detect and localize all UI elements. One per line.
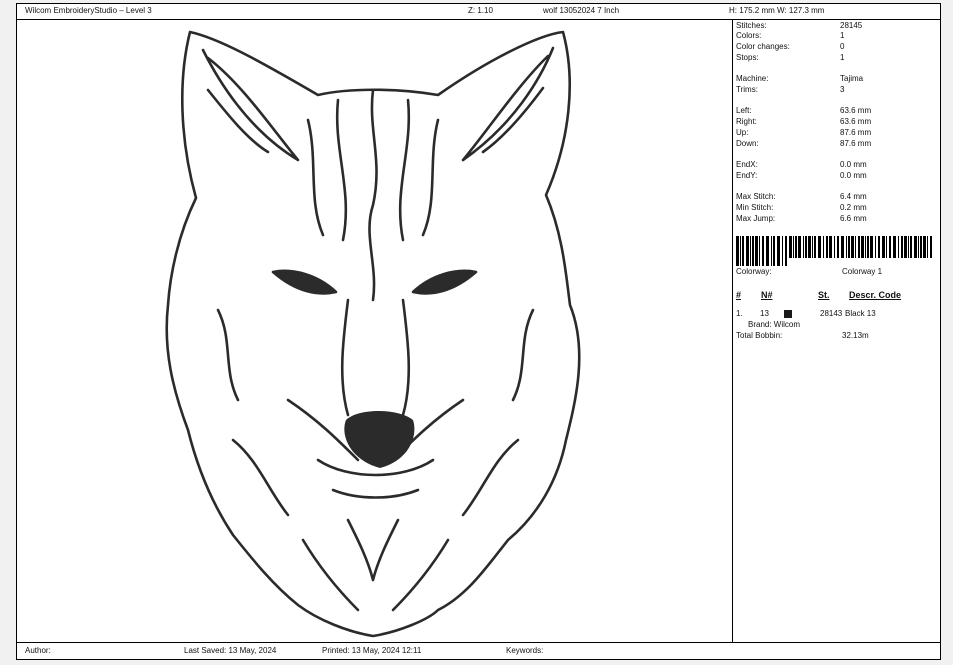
stat-value: 87.6 mm [840, 139, 872, 148]
keywords-field: Keywords: [506, 646, 544, 655]
stat-value: 0.0 mm [840, 160, 867, 169]
file-name: wolf 13052024 7 Inch [543, 6, 620, 15]
stat-row: Left: 63.6 mm [736, 106, 936, 117]
stat-row: Color changes: 0 [736, 42, 936, 53]
stat-row: EndY: 0.0 mm [736, 171, 936, 182]
stat-label: Up: [736, 128, 749, 137]
stat-label: EndX: [736, 160, 758, 169]
stat-row: Max Stitch: 6.4 mm [736, 192, 936, 203]
stat-value: 3 [840, 85, 845, 94]
stat-label: Left: [736, 106, 752, 115]
col-header-stitches: St. [818, 290, 830, 300]
stat-value: 63.6 mm [840, 117, 872, 126]
stat-label: Max Jump: [736, 214, 776, 223]
app-title: Wilcom EmbroideryStudio – Level 3 [25, 6, 152, 15]
stat-label: Max Stitch: [736, 192, 776, 201]
stat-label: Trims: [736, 85, 758, 94]
stat-row: Colors: 1 [736, 31, 936, 42]
total-bobbin-value: 32.13m [842, 331, 869, 340]
stat-row: Machine: Tajima [736, 74, 936, 85]
stat-label: Min Stitch: [736, 203, 774, 212]
colorway-label: Colorway: [736, 267, 772, 276]
total-bobbin-label: Total Bobbin: [736, 331, 783, 340]
row-index: 1. [736, 309, 743, 318]
color-swatch [784, 310, 792, 318]
author-field: Author: [25, 646, 51, 655]
colorway-value: Colorway 1 [842, 267, 883, 276]
row-stitches: 28143 [820, 309, 843, 318]
stat-value: 0.0 mm [840, 171, 867, 180]
stat-value: 0 [840, 42, 845, 51]
stat-label: Colors: [736, 31, 762, 40]
stat-value: 6.4 mm [840, 192, 867, 201]
stat-value: 87.6 mm [840, 128, 872, 137]
stat-row: Stops: 1 [736, 53, 936, 64]
colorway-row: Colorway: Colorway 1 [736, 267, 936, 276]
sheet-header: Wilcom EmbroideryStudio – Level 3 Z: 1.1… [17, 4, 940, 20]
stat-label: Down: [736, 139, 759, 148]
stat-row: EndX: 0.0 mm [736, 160, 936, 171]
last-saved-field: Last Saved: 13 May, 2024 [184, 646, 277, 655]
stat-row: Right: 63.6 mm [736, 117, 936, 128]
zoom-readout: Z: 1.10 [468, 6, 493, 15]
stat-value: 1 [840, 31, 845, 40]
stat-row: Max Jump: 6.6 mm [736, 214, 936, 225]
stat-value: 0.2 mm [840, 203, 867, 212]
stat-label: Machine: [736, 74, 769, 83]
barcode [736, 236, 932, 266]
stat-row: Min Stitch: 0.2 mm [736, 203, 936, 214]
col-header-descr-code: Descr. Code [849, 290, 902, 300]
stat-value: 28145 [840, 21, 863, 30]
stat-label: Stops: [736, 53, 759, 62]
wolf-embroidery-design [165, 30, 581, 638]
design-canvas[interactable] [18, 20, 731, 643]
col-header-needle: N# [761, 290, 773, 300]
stat-row: Trims: 3 [736, 85, 936, 96]
design-size: H: 175.2 mm W: 127.3 mm [729, 6, 825, 15]
stat-row: Up: 87.6 mm [736, 128, 936, 139]
brand-label: Brand: Wilcom [748, 320, 801, 329]
stat-label: Right: [736, 117, 757, 126]
row-needle: 13 [760, 309, 769, 318]
stat-label: EndY: [736, 171, 758, 180]
row-descr: Black 13 [845, 309, 876, 318]
stat-value: 63.6 mm [840, 106, 872, 115]
stat-label: Stitches: [736, 21, 767, 30]
sheet-footer: Author: Last Saved: 13 May, 2024 Printed… [17, 642, 940, 659]
col-header-index: # [736, 290, 742, 300]
stat-value: Tajima [840, 74, 864, 83]
print-preview-sheet: Wilcom EmbroideryStudio – Level 3 Z: 1.1… [16, 3, 941, 660]
stat-value: 1 [840, 53, 845, 62]
stat-row: Down: 87.6 mm [736, 139, 936, 150]
panel-divider [732, 19, 733, 643]
printed-field: Printed: 13 May, 2024 12:11 [322, 646, 422, 655]
stat-label: Color changes: [736, 42, 790, 51]
stat-value: 6.6 mm [840, 214, 867, 223]
nose-shape [344, 411, 415, 468]
